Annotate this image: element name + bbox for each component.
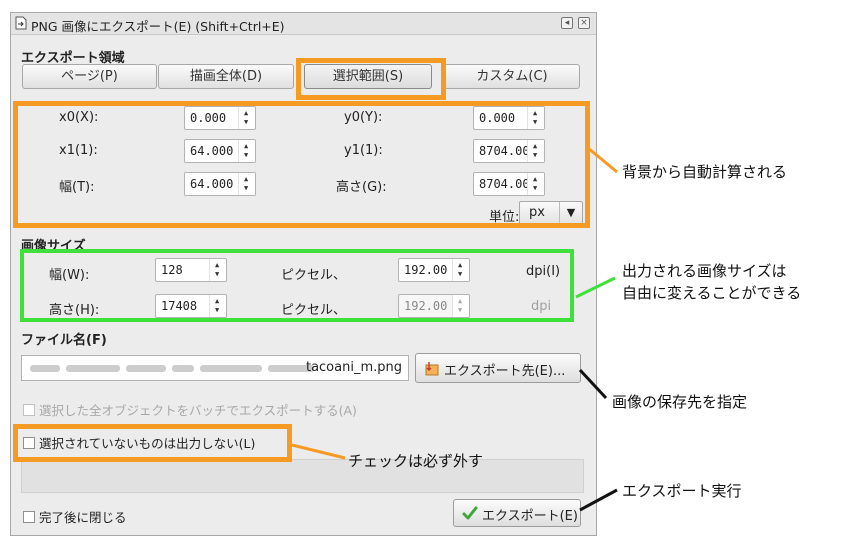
- annotation-save-location: 画像の保存先を指定: [612, 393, 748, 411]
- annotation-size-free-1: 出力される画像サイズは: [622, 262, 787, 280]
- annotation-auto-calc: 背景から自動計算される: [622, 163, 788, 181]
- annotation-size-free-2: 自由に変えることができる: [622, 284, 802, 302]
- annotation-uncheck: チェックは必ず外す: [348, 452, 484, 470]
- annotation-run-export: エクスポート実行: [622, 482, 742, 500]
